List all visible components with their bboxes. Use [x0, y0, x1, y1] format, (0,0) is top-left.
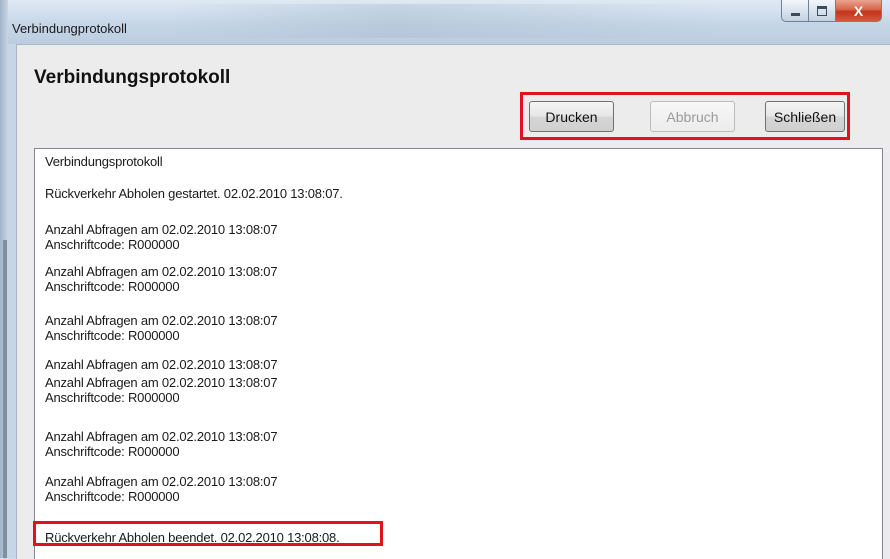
log-line: Anzahl Abfragen am 02.02.2010 13:08:07 — [45, 313, 278, 328]
window-title: Verbindungprotokoll — [12, 21, 127, 36]
print-button[interactable]: Drucken — [529, 101, 614, 132]
background-window-edge — [0, 0, 8, 558]
log-line: Anschriftcode: R000000 — [45, 390, 180, 405]
close-button[interactable]: Schließen — [765, 101, 845, 132]
close-icon: X — [853, 2, 864, 19]
dialog-window: Verbindungprotokoll X Verbindungsprotoko… — [8, 0, 890, 559]
minimize-icon — [790, 13, 800, 16]
log-textbox[interactable]: Verbindungsprotokoll Rückverkehr Abholen… — [34, 148, 883, 559]
log-line: Anschriftcode: R000000 — [45, 328, 180, 343]
log-line: Anzahl Abfragen am 02.02.2010 13:08:07 — [45, 474, 278, 489]
maximize-icon — [817, 5, 827, 16]
title-bar[interactable]: Verbindungprotokoll X — [8, 0, 890, 44]
page-title: Verbindungsprotokoll — [34, 67, 231, 88]
log-line: Verbindungsprotokoll — [45, 154, 163, 169]
log-line: Anschriftcode: R000000 — [45, 489, 180, 504]
minimize-button[interactable] — [781, 0, 809, 22]
log-line: Anzahl Abfragen am 02.02.2010 13:08:07 — [45, 222, 278, 237]
close-window-button[interactable]: X — [836, 0, 882, 22]
log-line: Anzahl Abfragen am 02.02.2010 13:08:07 — [45, 357, 278, 372]
cancel-button[interactable]: Abbruch — [650, 101, 735, 132]
caption-buttons: X — [781, 0, 882, 22]
log-line: Anschriftcode: R000000 — [45, 279, 180, 294]
maximize-button[interactable] — [809, 0, 836, 22]
log-line: Anzahl Abfragen am 02.02.2010 13:08:07 — [45, 375, 278, 390]
final-line-highlight — [33, 521, 383, 546]
log-line: Anschriftcode: R000000 — [45, 444, 180, 459]
log-line: Rückverkehr Abholen gestartet. 02.02.201… — [45, 186, 343, 201]
dialog-client-area: Verbindungsprotokoll Drucken Abbruch Sch… — [16, 44, 890, 559]
log-line: Anzahl Abfragen am 02.02.2010 13:08:07 — [45, 264, 278, 279]
log-line: Anschriftcode: R000000 — [45, 237, 180, 252]
log-line: Anzahl Abfragen am 02.02.2010 13:08:07 — [45, 429, 278, 444]
